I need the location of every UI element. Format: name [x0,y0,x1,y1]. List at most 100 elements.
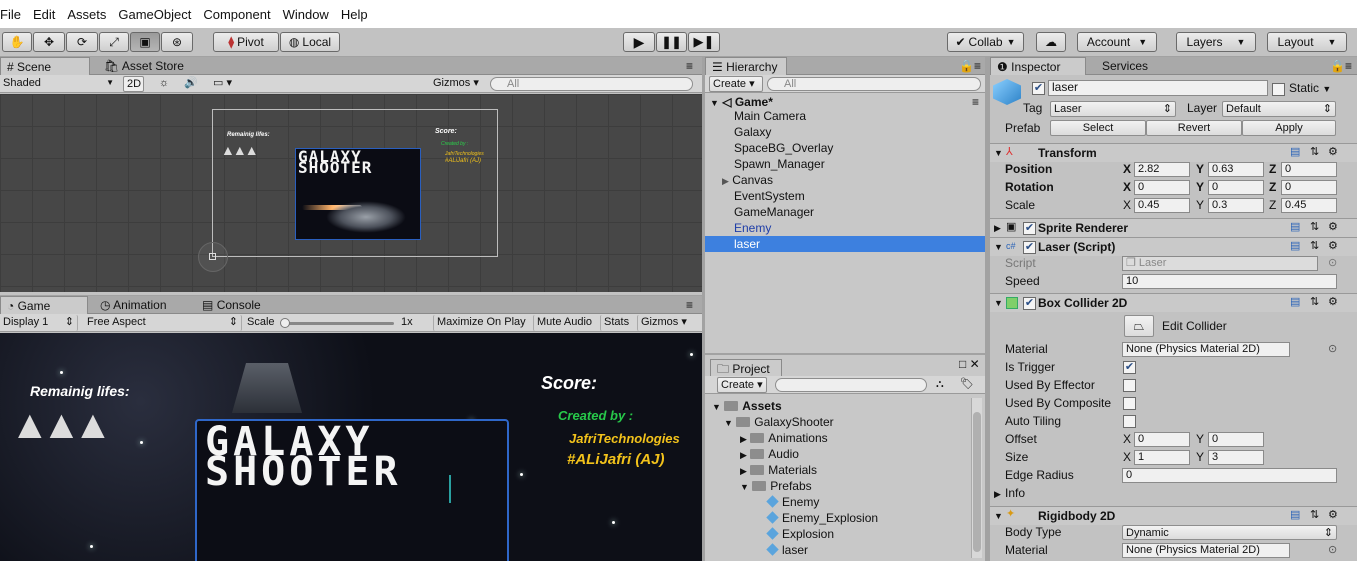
panel-menu-icon[interactable]: ≡ [680,57,693,75]
project-create-button[interactable]: Create ▾ [717,377,767,393]
edit-collider-button[interactable]: ⏢ [1124,315,1154,337]
speed-field[interactable]: 10 [1122,274,1337,289]
edge-radius-field[interactable]: 0 [1122,468,1337,483]
list-item[interactable]: ▶ Canvas [705,172,985,188]
step-button[interactable]: ▶❚ [688,32,720,52]
object-picker-icon[interactable]: ⊙ [1328,257,1337,269]
tab-services[interactable]: Services [1096,57,1148,75]
list-item[interactable]: Spawn_Manager [705,156,985,172]
help-book-icon[interactable]: ▤ [1290,221,1300,233]
prefab-select-button[interactable]: Select [1050,120,1146,136]
list-item[interactable]: Enemy [705,220,985,236]
scale-tool-icon[interactable]: ⤢ [99,32,129,52]
tree-folder[interactable]: ▶ Materials [705,462,969,478]
tab-animation[interactable]: ◷ Animation [94,296,167,314]
scene-viewport[interactable]: Remainig lifes: ▲▲▲ Score: Created by : … [0,94,702,292]
help-book-icon[interactable]: ▤ [1290,240,1300,252]
scene-search-input[interactable]: All [490,77,693,91]
mode-2d-toggle[interactable]: 2D [123,76,144,92]
game-viewport[interactable]: Remainig lifes: ▲▲▲ Score: Created by : … [0,333,702,561]
display-dropdown[interactable]: Display 1 ⇕ [0,315,78,331]
tab-project[interactable]: 🗀 Project [710,359,782,377]
maximize-on-play-toggle[interactable]: Maximize On Play [433,315,531,331]
rotation-x-field[interactable]: 0 [1134,180,1190,195]
game-gizmos-dropdown[interactable]: Gizmos ▾ [637,315,695,331]
static-checkbox[interactable] [1272,83,1285,96]
close-icon[interactable]: □ ✕ [953,355,980,373]
filter-label-icon[interactable]: 🏷 [957,377,975,393]
size-y-field[interactable]: 3 [1208,450,1264,465]
menu-help[interactable]: Help [341,7,368,22]
gizmos-dropdown[interactable]: Gizmos ▾ [430,76,480,92]
hand-tool-icon[interactable]: ✋ [2,32,32,52]
scrollbar-thumb[interactable] [973,412,981,552]
position-y-field[interactable]: 0.63 [1208,162,1264,177]
gear-icon[interactable]: ⚙ [1328,296,1338,308]
position-x-field[interactable]: 2.82 [1134,162,1190,177]
gear-icon[interactable]: ⚙ [1328,509,1338,521]
help-book-icon[interactable]: ▤ [1290,296,1300,308]
tree-folder[interactable]: ▶ Animations [705,430,969,446]
sprite-renderer-header[interactable]: ▶ ▣ ✔ Sprite Renderer ▤ ⇅ ⚙ [990,218,1357,237]
tab-inspector[interactable]: ❶ Inspector [990,57,1086,75]
prefab-revert-button[interactable]: Revert [1146,120,1242,136]
project-scrollbar[interactable] [971,398,982,558]
list-item[interactable]: Galaxy [705,124,985,140]
tab-asset-store[interactable]: 🛍 Asset Store [98,57,184,75]
tree-root[interactable]: ▼ Assets [705,398,969,414]
menu-file[interactable]: File [0,7,21,22]
scale-z-field[interactable]: 0.45 [1281,198,1337,213]
object-picker-icon[interactable]: ⊙ [1328,544,1337,556]
stats-toggle[interactable]: Stats [600,315,634,331]
rotation-y-field[interactable]: 0 [1208,180,1264,195]
tree-prefab[interactable]: Enemy [705,494,969,510]
pause-button[interactable]: ❚❚ [656,32,687,52]
filter-type-icon[interactable]: ⛬ [933,377,951,393]
audio-icon[interactable]: 🔊 [181,76,203,92]
tree-folder[interactable]: ▼ Prefabs [705,478,969,494]
preset-icon[interactable]: ⇅ [1310,509,1319,521]
tree-prefab[interactable]: Enemy_Explosion [705,510,969,526]
scene-gizmo-handle[interactable] [198,242,228,272]
scale-x-field[interactable]: 0.45 [1134,198,1190,213]
box-collider-header[interactable]: ▼ ✔ Box Collider 2D ▤ ⇅ ⚙ [990,293,1357,312]
scale-slider[interactable] [280,318,394,328]
help-book-icon[interactable]: ▤ [1290,509,1300,521]
list-item[interactable]: EventSystem [705,188,985,204]
effects-icon[interactable]: ▭ ▾ [210,76,242,92]
prefab-apply-button[interactable]: Apply [1242,120,1336,136]
size-x-field[interactable]: 1 [1134,450,1190,465]
info-row[interactable]: ▶ Info [990,484,1350,502]
hierarchy-search-input[interactable]: All [767,77,981,91]
local-button[interactable]: ◍ Local [280,32,340,52]
lock-icon[interactable]: 🔒≡ [1324,57,1352,75]
cloud-button[interactable]: ☁ [1036,32,1066,52]
gear-icon[interactable]: ⚙ [1328,221,1338,233]
tree-folder[interactable]: ▼ GalaxyShooter [705,414,969,430]
rb-material-field[interactable]: None (Physics Material 2D) [1122,543,1290,558]
offset-y-field[interactable]: 0 [1208,432,1264,447]
used-composite-checkbox[interactable] [1123,397,1136,410]
box-collider-enabled-checkbox[interactable]: ✔ [1023,297,1036,310]
rotation-z-field[interactable]: 0 [1281,180,1337,195]
help-book-icon[interactable]: ▤ [1290,146,1300,158]
list-item[interactable]: Main Camera [705,108,985,124]
tag-dropdown[interactable]: Laser ⇕ [1050,101,1176,117]
position-z-field[interactable]: 0 [1281,162,1337,177]
preset-icon[interactable]: ⇅ [1310,296,1319,308]
gear-icon[interactable]: ⚙ [1328,240,1338,252]
layout-button[interactable]: Layout ▼ [1267,32,1347,52]
play-button[interactable]: ▶ [623,32,655,52]
shading-dropdown[interactable]: Shaded ▼ [0,76,116,92]
project-search-input[interactable] [775,378,927,392]
lock-icon[interactable]: 🔒≡ [953,57,981,75]
gear-icon[interactable]: ⚙ [1328,146,1338,158]
menu-edit[interactable]: Edit [33,7,55,22]
lighting-icon[interactable]: ☼ [156,76,178,92]
rect-tool-icon[interactable]: ▣ [130,32,160,52]
tab-scene[interactable]: # Scene [0,57,90,75]
tab-console[interactable]: ▤ Console [196,296,261,314]
menu-window[interactable]: Window [283,7,329,22]
list-item-selected[interactable]: laser [705,236,985,252]
scale-y-field[interactable]: 0.3 [1208,198,1264,213]
